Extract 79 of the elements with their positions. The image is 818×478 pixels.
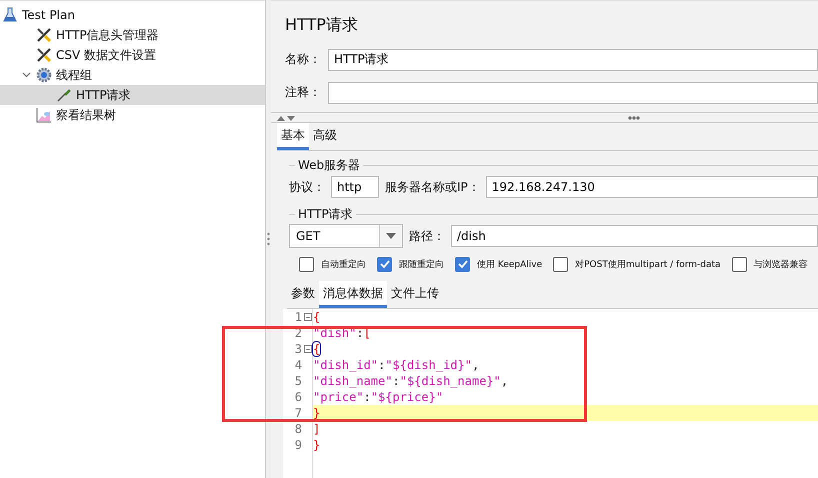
collapse-arrows-icon[interactable] [277, 114, 295, 120]
tree-label: HTTP请求 [76, 86, 131, 104]
wrench-screwdriver-icon [36, 47, 52, 63]
line-number: 6 [294, 390, 302, 404]
checkbox-label: 对POST使用multipart / form-data [575, 258, 721, 270]
protocol-field[interactable]: http [331, 176, 379, 198]
code-token: "${dish_id}" [385, 358, 472, 372]
tree-item[interactable]: HTTP信息头管理器 [0, 25, 265, 45]
group-title: Web服务器 [297, 156, 362, 174]
checkbox-label: 与浏览器兼容 [754, 258, 808, 270]
checkbox[interactable] [299, 256, 314, 272]
tree-label: 察看结果树 [56, 106, 116, 124]
tab[interactable]: 参数 [287, 281, 319, 308]
tree-item[interactable]: 察看结果树 [0, 105, 265, 125]
code-token: , [500, 374, 508, 388]
gear-icon [36, 67, 52, 83]
code-token: : [356, 326, 364, 340]
code-token: , [472, 358, 480, 372]
text-field[interactable] [328, 82, 818, 104]
code-token: ] [313, 422, 320, 436]
tab[interactable]: 高级 [309, 123, 341, 150]
line-number: 1 [294, 310, 302, 324]
line-number: 9 [294, 438, 302, 452]
tree-item[interactable]: CSV 数据文件设置 [0, 45, 265, 65]
checkbox[interactable] [377, 256, 392, 272]
panel-title: HTTP请求 [285, 15, 359, 36]
checkbox-label: 跟随重定向 [399, 258, 444, 270]
code-token: : [364, 390, 371, 404]
tree-item[interactable]: Test Plan [0, 5, 265, 25]
tab[interactable]: 基本 [277, 123, 309, 150]
code-token: "dish_id" [313, 358, 378, 372]
line-number: 5 [294, 374, 302, 388]
tree-label: Test Plan [22, 8, 75, 22]
tree-label: HTTP信息头管理器 [56, 26, 159, 44]
checkbox-label: 使用 KeepAlive [477, 258, 542, 270]
tree-item[interactable]: 线程组 [0, 65, 265, 85]
code-token: } [313, 438, 320, 452]
checkbox[interactable] [455, 256, 470, 272]
tree-label: CSV 数据文件设置 [56, 46, 156, 64]
tab[interactable]: 文件上传 [387, 281, 443, 308]
code-token: { [313, 310, 320, 324]
fold-icon[interactable] [304, 345, 312, 353]
field-label: 服务器名称或IP： [385, 178, 480, 196]
path-field[interactable]: /dish [451, 225, 818, 247]
text-field[interactable]: HTTP请求 [328, 48, 818, 70]
code-token: : [378, 358, 386, 372]
checkbox[interactable] [553, 256, 568, 272]
line-number: 8 [294, 422, 302, 436]
grip-icon[interactable] [628, 116, 640, 120]
code-token: { [313, 342, 320, 356]
code-token: "price" [313, 390, 364, 404]
tree-item[interactable]: HTTP请求 [0, 85, 265, 105]
field-label: 路径： [409, 228, 445, 244]
code-token: "${price}" [370, 390, 444, 404]
fold-icon[interactable] [304, 313, 312, 321]
field-label: 注释： [285, 84, 322, 101]
field-label: 名称： [285, 51, 322, 68]
server-field[interactable]: 192.168.247.130 [486, 176, 818, 198]
tree-label: 线程组 [56, 66, 92, 84]
checkbox-label: 自动重定向 [321, 258, 366, 270]
line-number: 3 [294, 342, 302, 356]
line-number: 7 [294, 406, 302, 420]
checkbox[interactable] [732, 256, 747, 272]
chart-icon [36, 107, 52, 123]
wrench-screwdriver-icon [36, 27, 52, 43]
line-number: 4 [294, 358, 302, 372]
flask-icon [2, 7, 18, 23]
dropdown-arrow-icon[interactable] [386, 233, 396, 239]
code-token: : [392, 374, 400, 388]
code-token: } [313, 406, 320, 420]
method-dropdown[interactable]: GET [289, 224, 403, 248]
field-label: 协议： [289, 178, 325, 196]
pipette-icon [56, 87, 72, 103]
code-token: "dish_name" [313, 374, 392, 388]
tab[interactable]: 消息体数据 [319, 281, 387, 308]
code-token: "${dish_name}" [400, 374, 501, 388]
grip-icon[interactable] [267, 232, 270, 246]
chevron-icon[interactable] [22, 72, 32, 78]
group-title: HTTP请求 [297, 206, 354, 222]
